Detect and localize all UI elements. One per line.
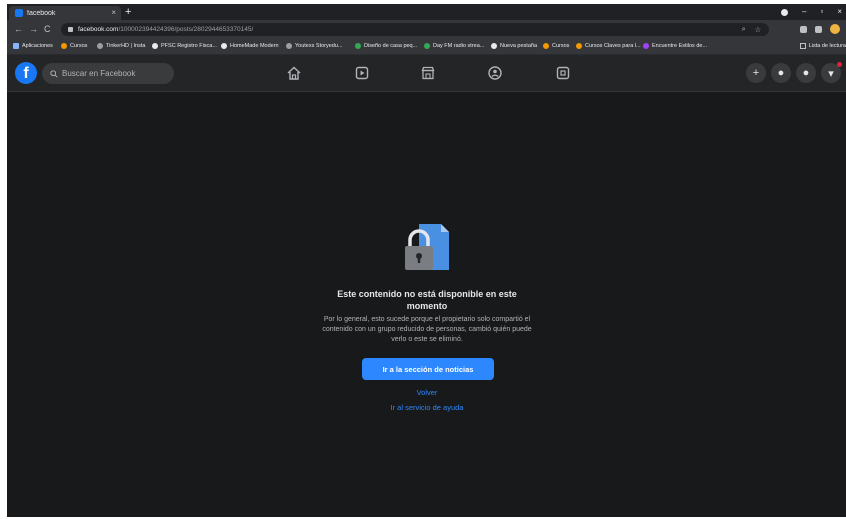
bookmark-item[interactable]: Cursos Claves para l... — [576, 43, 641, 49]
gaming-icon[interactable] — [555, 65, 571, 81]
bookmark-item[interactable]: TinkerHD | Insta — [97, 43, 145, 49]
go-to-news-feed-button[interactable]: Ir a la sección de noticias — [362, 358, 494, 380]
profile-dot-icon[interactable] — [781, 8, 789, 16]
back-link[interactable]: Volver — [327, 388, 527, 397]
globe-icon — [221, 43, 227, 49]
messenger-icon: ● — [777, 67, 785, 79]
bookmark-favicon-icon — [643, 43, 649, 49]
bookmark-item[interactable]: Day FM radio strea... — [424, 43, 484, 49]
reading-list-icon — [799, 43, 806, 49]
content-locked-icon — [405, 224, 449, 270]
facebook-logo[interactable]: f — [15, 62, 37, 84]
messenger-button[interactable]: ● — [771, 63, 791, 83]
bookmark-item[interactable]: PFSC Registro Fisca... — [152, 43, 217, 49]
facebook-header: f Buscar en Facebook + ● ● ▾ — [7, 55, 846, 92]
tab-title: facebook — [27, 9, 56, 17]
lock-icon[interactable] — [68, 27, 73, 32]
bookmark-favicon-icon — [61, 43, 67, 49]
url-input[interactable]: facebook.com /100002394424396/posts/2802… — [61, 23, 769, 36]
search-input[interactable]: Buscar en Facebook — [42, 63, 174, 84]
globe-icon — [491, 43, 497, 49]
extensions-puzzle-icon[interactable] — [815, 25, 822, 33]
window-controls: – ▫ × — [781, 5, 842, 19]
bookmark-star-icon[interactable]: ☆ — [755, 26, 761, 34]
bookmark-item[interactable]: Cursos — [61, 43, 87, 49]
back-button[interactable]: ← — [14, 23, 23, 36]
minimize-button[interactable]: – — [802, 8, 806, 16]
forward-button[interactable]: → — [29, 23, 38, 36]
url-host: facebook.com — [78, 26, 119, 33]
reload-button[interactable]: C — [44, 23, 51, 36]
marketplace-icon[interactable] — [420, 65, 436, 81]
bookmark-favicon-icon — [355, 43, 361, 49]
browser-tab[interactable]: facebook × — [9, 6, 121, 20]
facebook-favicon-icon — [15, 9, 23, 17]
bookmark-item[interactable]: Diseño de casa peq... — [355, 43, 417, 49]
close-window-button[interactable]: × — [837, 8, 842, 16]
create-button[interactable]: + — [746, 63, 766, 83]
bookmark-favicon-icon — [97, 43, 103, 49]
maximize-button[interactable]: ▫ — [820, 8, 823, 16]
browser-window: facebook × + – ▫ × ← → C facebook.com /1… — [7, 4, 846, 517]
notification-badge — [837, 62, 842, 67]
bookmark-item[interactable]: Cursos — [543, 43, 569, 49]
bookmarks-bar: Aplicaciones Cursos TinkerHD | Insta PFS… — [7, 40, 846, 55]
bookmark-favicon-icon — [286, 43, 292, 49]
new-tab-button[interactable]: + — [125, 5, 131, 19]
bookmark-favicon-icon — [543, 43, 549, 49]
apps-grid-icon — [13, 43, 19, 49]
bookmark-item[interactable]: Aplicaciones — [13, 43, 53, 49]
globe-icon — [152, 43, 158, 49]
message-body: Por lo general, esto sucede porque el pr… — [322, 316, 532, 343]
url-path: /100002394424396/posts/2802944653370145/ — [118, 26, 254, 33]
extension-icon[interactable] — [800, 25, 807, 33]
tab-strip: facebook × + – ▫ × — [7, 4, 846, 20]
message-title: Este contenido no está disponible en est… — [337, 289, 517, 311]
account-menu-button[interactable]: ▾ — [821, 62, 842, 83]
bookmark-item[interactable]: Encuentre Estilos de... — [643, 43, 707, 49]
help-center-link[interactable]: Ir al servicio de ayuda — [327, 403, 527, 412]
tab-close-icon[interactable]: × — [111, 9, 116, 17]
extension-icons — [800, 24, 840, 34]
groups-icon[interactable] — [487, 65, 503, 81]
bookmark-favicon-icon — [424, 43, 430, 49]
bell-icon: ● — [802, 67, 810, 79]
zoom-icon[interactable]: ⌕ — [742, 26, 746, 34]
home-icon[interactable] — [286, 65, 302, 81]
search-icon — [50, 69, 58, 78]
account-controls: + ● ● ▾ — [746, 62, 842, 83]
bookmark-item[interactable]: Nueva pestaña — [491, 43, 537, 49]
address-bar-row: ← → C facebook.com /100002394424396/post… — [7, 20, 846, 40]
bookmark-favicon-icon — [576, 43, 582, 49]
bookmark-item[interactable]: HomeMade Modern — [221, 43, 279, 49]
bookmark-item[interactable]: Youtexs Storyedu... — [286, 43, 343, 49]
reading-list-button[interactable]: Lista de lectura — [799, 43, 846, 49]
omnibox-icons: ⌕ ☆ — [742, 23, 761, 36]
plus-icon: + — [752, 67, 760, 79]
notifications-button[interactable]: ● — [796, 63, 816, 83]
search-placeholder: Buscar en Facebook — [62, 69, 136, 78]
watch-icon[interactable] — [354, 65, 370, 81]
profile-avatar[interactable] — [830, 24, 840, 34]
chevron-down-icon: ▾ — [828, 67, 834, 80]
main-content: Este contenido no está disponible en est… — [7, 92, 846, 517]
